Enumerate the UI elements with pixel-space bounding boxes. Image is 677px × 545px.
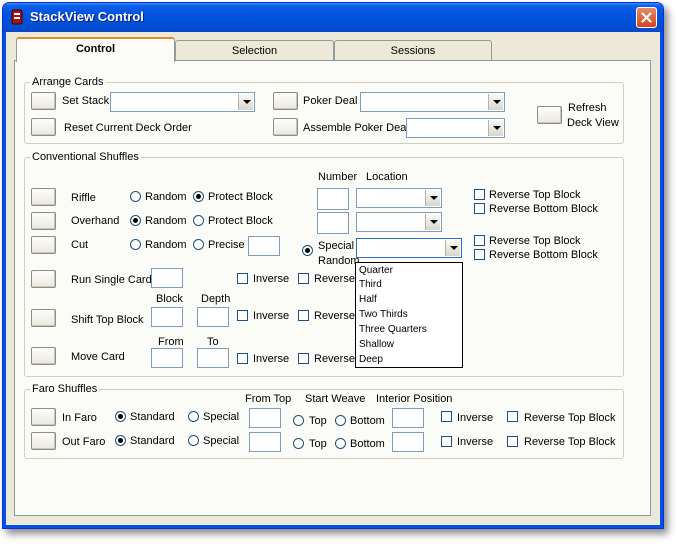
app-icon	[11, 9, 23, 25]
tab-panel-control	[14, 60, 651, 516]
close-icon	[641, 12, 652, 23]
title-bar[interactable]: StackView Control	[3, 3, 663, 32]
window-title: StackView Control	[30, 9, 144, 24]
tab-control[interactable]: Control	[16, 37, 175, 62]
close-button[interactable]	[636, 7, 657, 28]
